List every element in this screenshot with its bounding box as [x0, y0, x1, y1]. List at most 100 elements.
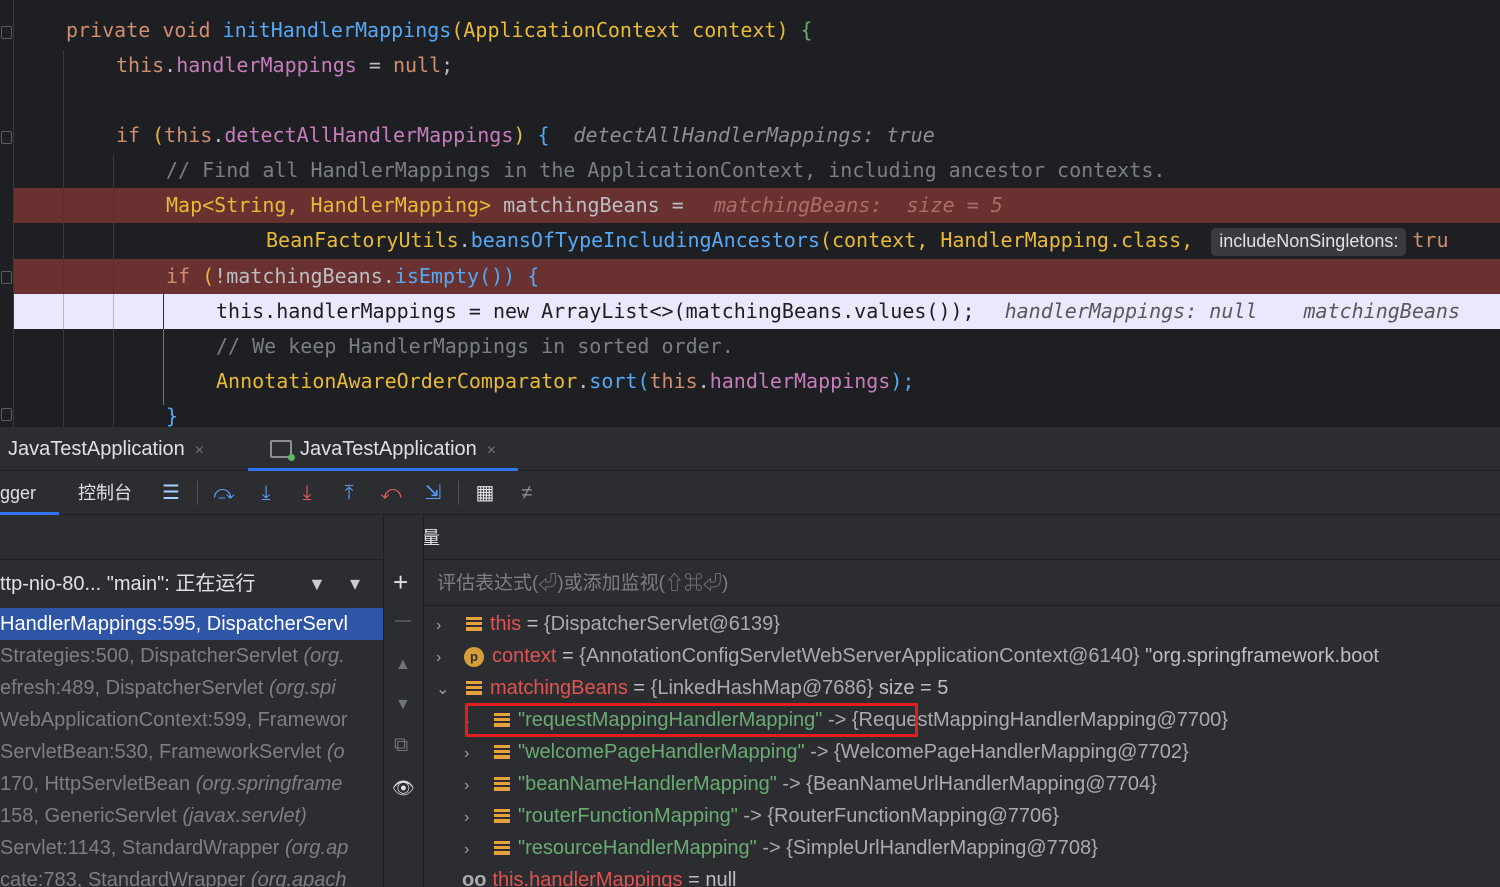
- filter-icon[interactable]: ▼: [308, 566, 326, 602]
- variable-row-matchingBeans[interactable]: ⌄ matchingBeans = {LinkedHashMap@7686} si…: [436, 672, 948, 704]
- run-to-cursor-icon[interactable]: ⇲: [420, 480, 446, 506]
- variable-row-handlerMappings[interactable]: oo this.handlerMappings = null: [462, 864, 737, 887]
- code-token: {: [800, 18, 813, 42]
- frame-method: cate:783, StandardWrapper: [0, 869, 251, 887]
- force-step-into-icon[interactable]: ⤓: [294, 480, 320, 506]
- stack-frame[interactable]: 170, HttpServletBean (org.springframe: [0, 768, 383, 800]
- stack-frame[interactable]: efresh:489, DispatcherServlet (org.spi: [0, 672, 383, 704]
- toolbar-divider: [197, 481, 198, 505]
- tab-debugger[interactable]: gger: [0, 471, 59, 515]
- variable-value: {LinkedHashMap@7686}: [650, 677, 874, 699]
- expand-arrow-icon[interactable]: ›: [436, 610, 458, 642]
- fold-icon[interactable]: [1, 408, 12, 421]
- expand-arrow-icon[interactable]: ›: [436, 642, 458, 674]
- thread-selector[interactable]: ttp-nio-80... "main": 正在运行 ▼ ▾: [0, 566, 383, 602]
- tab-label: gger: [0, 483, 37, 503]
- code-line-1[interactable]: private void initHandlerMappings(Applica…: [14, 13, 1500, 48]
- add-watch-icon[interactable]: +: [393, 568, 408, 596]
- frame-class: (org.apach: [250, 869, 347, 887]
- code-line-breakpoint[interactable]: Map<String, HandlerMapping> matchingBean…: [14, 188, 1500, 223]
- expand-arrow-icon[interactable]: ›: [464, 802, 486, 834]
- trace-settings-icon[interactable]: ≠: [514, 480, 540, 506]
- remove-watch-icon[interactable]: —: [395, 612, 411, 630]
- expand-arrow-icon[interactable]: ›: [464, 738, 486, 770]
- stack-frame[interactable]: cate:783, StandardWrapper (org.apach: [0, 864, 383, 887]
- move-up-icon[interactable]: ▲: [395, 656, 411, 674]
- variable-value: {DispatcherServlet@6139}: [543, 613, 780, 635]
- run-tabs-bar: JavaTestApplication × JavaTestApplication…: [0, 427, 1500, 471]
- code-token: =: [356, 53, 393, 77]
- code-token: (: [819, 228, 832, 252]
- variables-panel: 变量 评估表达式(⏎)或添加监视(⇧⌘⏎) › this = {Dispatche…: [424, 516, 1500, 887]
- code-token: .: [164, 53, 177, 77]
- variables-side-toolbar: + — ▲ ▼ ⧉ 👁: [383, 516, 424, 887]
- step-over-icon[interactable]: ⤼: [211, 480, 237, 506]
- collapse-arrow-icon[interactable]: ⌄: [436, 674, 458, 706]
- stack-frame[interactable]: ServletBean:530, FrameworkServlet (o: [0, 736, 383, 768]
- editor-gutter[interactable]: [0, 0, 14, 427]
- expand-arrow-icon[interactable]: ›: [464, 770, 486, 802]
- step-into-icon[interactable]: ⤓: [253, 480, 279, 506]
- variable-value: null: [705, 869, 737, 887]
- tab-run-config-1[interactable]: JavaTestApplication ×: [0, 427, 204, 471]
- frame-class: (org.spi: [269, 677, 336, 699]
- code-line-4[interactable]: if (this.detectAllHandlerMappings) {dete…: [14, 118, 1500, 153]
- stack-frame[interactable]: WebApplicationContext:599, Framewor: [0, 704, 383, 736]
- code-line-2[interactable]: this.handlerMappings = null;: [14, 48, 1500, 83]
- map-entry-row[interactable]: › "welcomePageHandlerMapping" -> {Welcome…: [464, 736, 1189, 768]
- stack-frame[interactable]: 158, GenericServlet (javax.servlet): [0, 800, 383, 832]
- code-token: {: [537, 123, 550, 147]
- variable-row-context[interactable]: › p context = {AnnotationConfigServletWebS…: [436, 640, 1379, 672]
- frame-class: (org.: [303, 645, 345, 667]
- code-line-11[interactable]: AnnotationAwareOrderComparator.sort(this…: [14, 364, 1500, 399]
- duplicate-icon[interactable]: ⧉: [394, 734, 408, 757]
- code-line-7[interactable]: BeanFactoryUtils.beansOfTypeIncludingAnc…: [14, 223, 1500, 258]
- code-token: tru: [1412, 228, 1449, 252]
- evaluate-expression-input[interactable]: 评估表达式(⏎)或添加监视(⇧⌘⏎): [424, 562, 1500, 606]
- frames-header: [0, 516, 383, 560]
- code-token: ;: [441, 53, 454, 77]
- drop-frame-icon[interactable]: ⤺: [378, 480, 404, 506]
- code-token: this.handlerMappings = new ArrayList<>(m…: [216, 299, 975, 323]
- stack-frame-selected[interactable]: HandlerMappings:595, DispatcherServl: [0, 608, 383, 640]
- watch-eye-icon[interactable]: 👁: [392, 778, 415, 799]
- variable-name: this.handlerMappings: [492, 869, 683, 887]
- layout-list-icon[interactable]: ☰: [158, 480, 184, 506]
- code-line-12[interactable]: }: [14, 399, 1500, 427]
- stack-frame[interactable]: Strategies:500, DispatcherServlet (org.: [0, 640, 383, 672]
- code-line-10[interactable]: // We keep HandlerMappings in sorted ord…: [14, 329, 1500, 364]
- close-icon[interactable]: ×: [195, 442, 204, 459]
- chevron-down-icon[interactable]: ▾: [350, 566, 360, 602]
- code-token: (: [152, 123, 165, 147]
- fold-icon[interactable]: [1, 26, 12, 39]
- map-entry-row[interactable]: › "routerFunctionMapping" -> {RouterFunct…: [464, 800, 1059, 832]
- map-entry-row[interactable]: › "resourceHandlerMapping" -> {SimpleUrlH…: [464, 832, 1098, 864]
- move-down-icon[interactable]: ▼: [395, 696, 411, 714]
- code-line-5[interactable]: // Find all HandlerMappings in the Appli…: [14, 153, 1500, 188]
- stack-frame[interactable]: Servlet:1143, StandardWrapper (org.ap: [0, 832, 383, 864]
- code-token: null: [392, 53, 442, 77]
- code-line-execution-point[interactable]: this.handlerMappings = new ArrayList<>(m…: [8, 294, 1500, 329]
- code-token: if: [116, 123, 153, 147]
- variables-header: 变量: [424, 516, 1500, 560]
- expand-arrow-icon[interactable]: ›: [464, 834, 486, 866]
- code-token: matchingBeans =: [491, 193, 696, 217]
- close-icon[interactable]: ×: [487, 442, 496, 459]
- fold-icon[interactable]: [1, 271, 12, 284]
- code-token: ()): [479, 264, 528, 288]
- tab-console[interactable]: 控制台: [78, 471, 132, 515]
- evaluate-expression-icon[interactable]: ▦: [472, 480, 498, 506]
- code-token: Map<String, HandlerMapping>: [166, 193, 492, 217]
- parameter-icon: p: [464, 647, 484, 667]
- code-token: (: [451, 18, 464, 42]
- variable-row-this[interactable]: › this = {DispatcherServlet@6139}: [436, 608, 780, 640]
- map-entry-row[interactable]: › "beanNameHandlerMapping" -> {BeanNameUr…: [464, 768, 1157, 800]
- tab-run-config-2[interactable]: JavaTestApplication ×: [248, 427, 519, 471]
- step-out-icon[interactable]: ⤒: [336, 480, 362, 506]
- code-token: handlerMappings: [709, 369, 891, 393]
- code-line-breakpoint[interactable]: if (!matchingBeans.isEmpty()) {: [14, 259, 1500, 294]
- code-token: if: [166, 264, 203, 288]
- code-editor[interactable]: private void initHandlerMappings(Applica…: [0, 0, 1500, 427]
- entry-key: "welcomePageHandlerMapping": [518, 741, 805, 763]
- fold-icon[interactable]: [1, 131, 12, 144]
